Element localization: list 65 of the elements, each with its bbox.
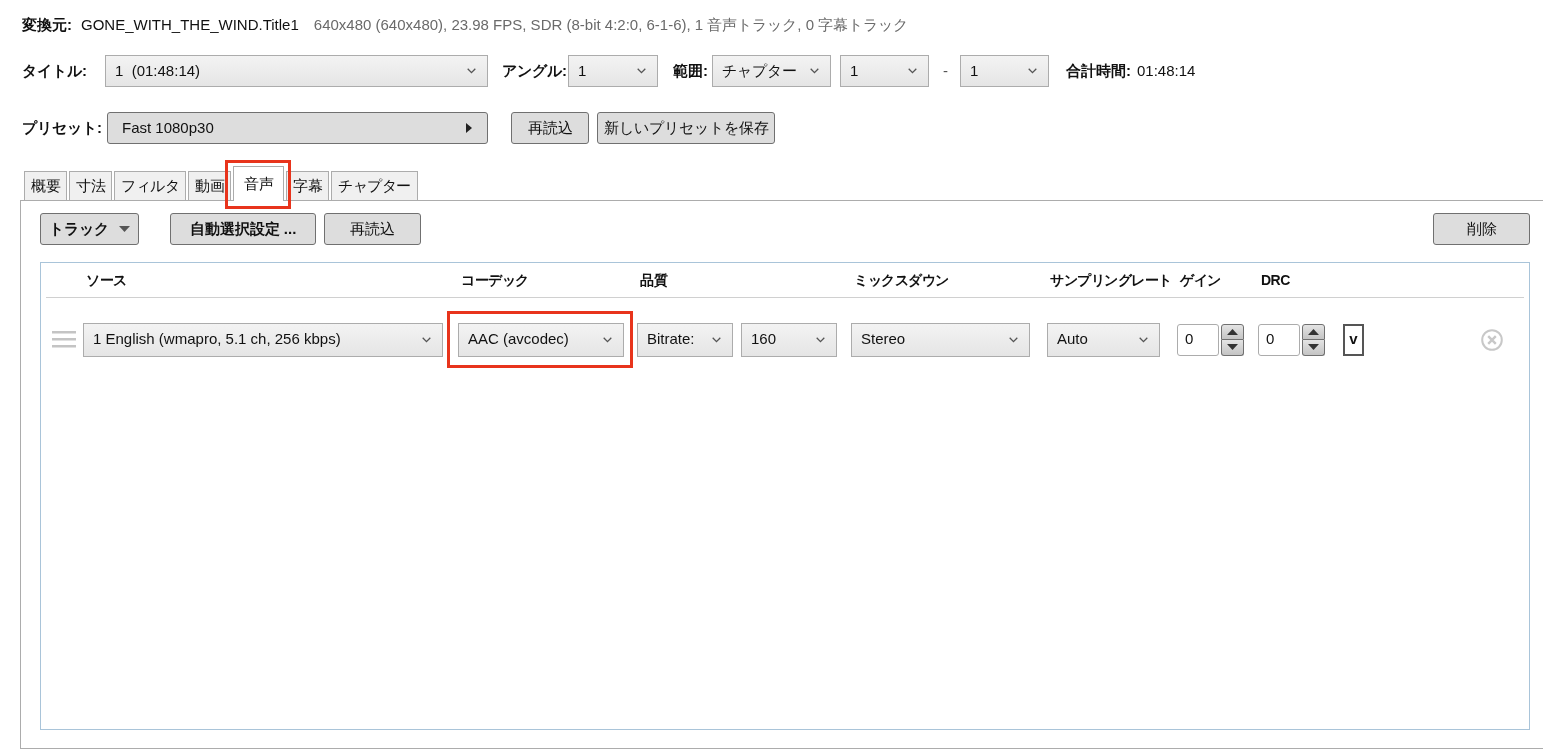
chevron-down-icon — [467, 68, 476, 74]
chevron-down-icon — [810, 68, 819, 74]
spin-up-button[interactable] — [1302, 323, 1325, 340]
title-label: タイトル: — [22, 60, 88, 81]
caret-down-icon — [119, 226, 130, 232]
chevron-down-icon — [1009, 336, 1018, 343]
column-header: ゲイン — [1180, 272, 1221, 288]
range-separator: - — [943, 60, 948, 81]
range-start-dropdown[interactable]: 1 — [840, 55, 929, 87]
drag-handle-icon[interactable] — [52, 331, 76, 348]
column-header: ソース — [86, 272, 127, 288]
duration-label: 合計時間: — [1066, 60, 1131, 81]
tab[interactable]: 寸法 — [69, 171, 112, 200]
delete-button[interactable]: 削除 — [1433, 213, 1530, 245]
column-header: サンプリングレート — [1050, 272, 1172, 288]
source-info: 640x480 (640x480), 23.98 FPS, SDR (8-bit 4:2:0, 6-1-6), 1 音声トラック, 0 字幕トラック — [313, 14, 909, 35]
column-header: DRC — [1261, 272, 1290, 288]
chevron-down-icon — [1139, 336, 1148, 343]
chevron-down-icon — [1028, 68, 1037, 74]
save-preset-button[interactable]: 新しいプリセットを保存 — [597, 112, 775, 144]
tab[interactable]: 音声 — [233, 166, 284, 201]
triangle-down-icon — [1227, 344, 1238, 350]
range-label: 範囲: — [673, 60, 708, 81]
option-button[interactable]: v — [1343, 323, 1364, 356]
tab[interactable]: フィルタ — [114, 171, 186, 200]
chevron-down-icon — [637, 68, 646, 74]
reload-button[interactable]: 再読込 — [324, 213, 421, 245]
column-header: 品質 — [640, 272, 667, 288]
quality-value-dropdown[interactable]: 160 — [741, 322, 837, 357]
auto-select-button[interactable]: 自動選択設定 ... — [170, 213, 316, 245]
column-header: コーデック — [461, 272, 529, 288]
range-end-dropdown[interactable]: 1 — [960, 55, 1049, 87]
tab[interactable]: 概要 — [24, 171, 67, 200]
triangle-right-icon — [466, 123, 472, 133]
drc-input[interactable]: 0 — [1258, 323, 1300, 356]
source-label: 変換元: — [22, 14, 72, 35]
preset-label: プリセット: — [22, 117, 103, 138]
chevron-down-icon — [908, 68, 917, 74]
chevron-down-icon — [816, 336, 825, 343]
duration-value: 01:48:14 — [1137, 60, 1196, 81]
track-menu-button[interactable]: トラック — [40, 213, 139, 245]
source-title: GONE_WITH_THE_WIND.Title1 — [81, 14, 299, 35]
preset-selector[interactable]: Fast 1080p30 — [107, 112, 488, 144]
chevron-down-icon — [422, 336, 431, 343]
codec-dropdown[interactable]: AAC (avcodec) — [458, 322, 624, 357]
tab[interactable]: チャプター — [331, 171, 418, 200]
angle-label: アングル: — [502, 60, 567, 81]
chevron-down-icon — [712, 336, 721, 343]
title-dropdown[interactable]: 1 (01:48:14) — [105, 55, 488, 87]
chevron-down-icon — [603, 336, 612, 343]
tab[interactable]: 字幕 — [286, 171, 329, 200]
quality-mode-dropdown[interactable]: Bitrate: — [637, 322, 733, 357]
mixdown-dropdown[interactable]: Stereo — [851, 322, 1030, 357]
spin-up-button[interactable] — [1221, 323, 1244, 340]
triangle-up-icon — [1308, 328, 1319, 335]
column-header: ミックスダウン — [854, 272, 949, 288]
source-dropdown[interactable]: 1 English (wmapro, 5.1 ch, 256 kbps) — [83, 322, 443, 357]
angle-dropdown[interactable]: 1 — [568, 55, 658, 87]
tab[interactable]: 動画 — [188, 171, 231, 200]
reload-preset-button[interactable]: 再読込 — [511, 112, 589, 144]
triangle-down-icon — [1308, 344, 1319, 350]
gain-input[interactable]: 0 — [1177, 323, 1219, 356]
samplerate-dropdown[interactable]: Auto — [1047, 322, 1160, 357]
triangle-up-icon — [1227, 328, 1238, 335]
range-type-dropdown[interactable]: チャプター — [712, 55, 831, 87]
